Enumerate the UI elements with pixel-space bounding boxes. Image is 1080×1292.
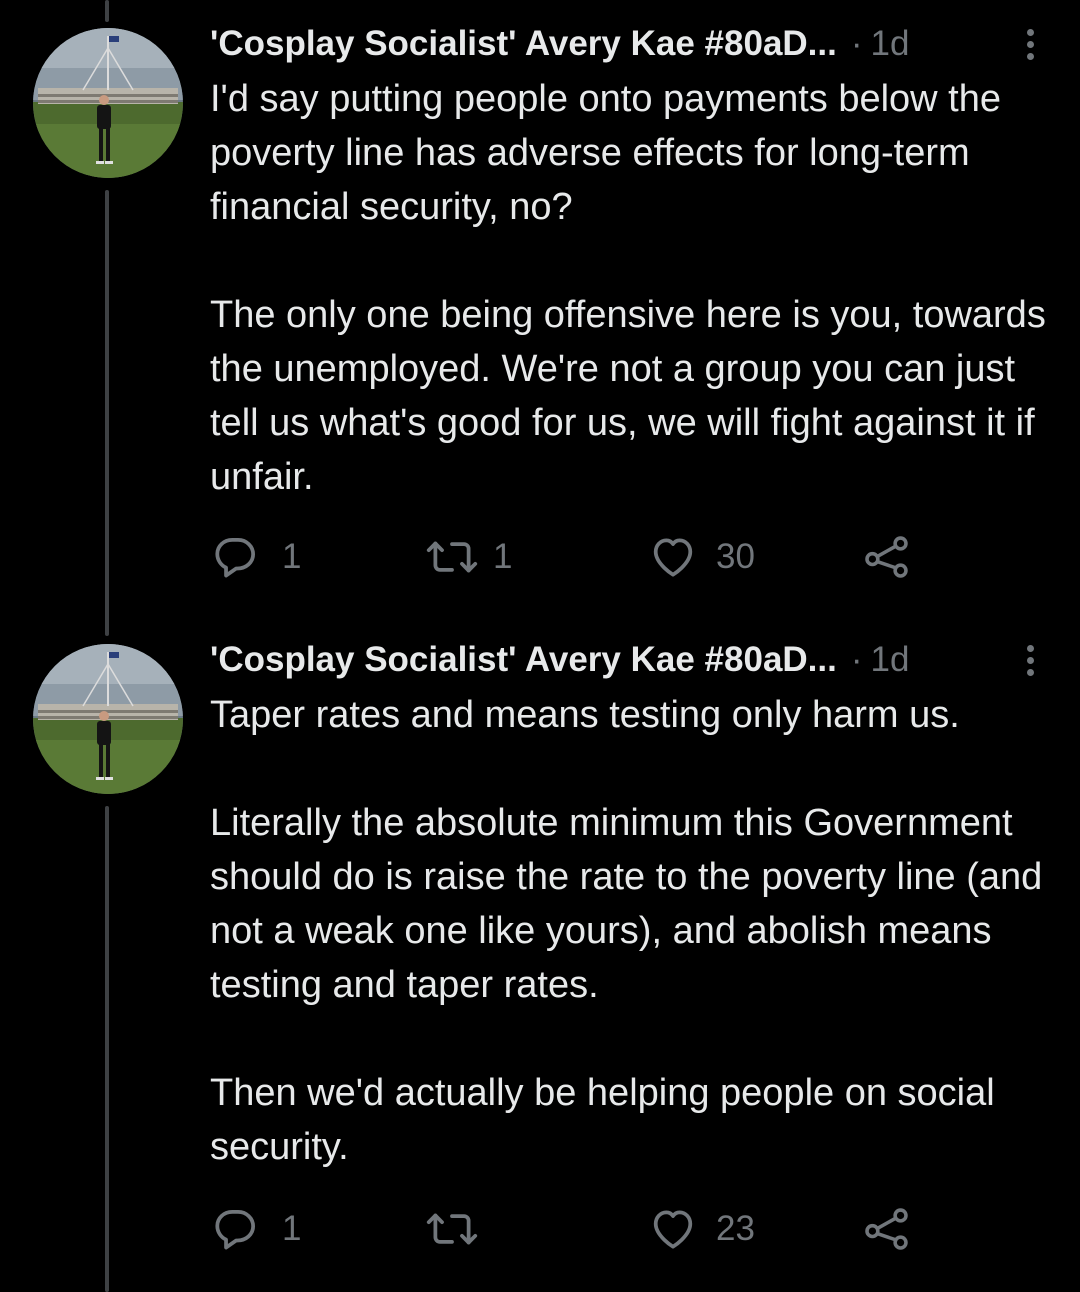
reply-count: 1 bbox=[282, 1209, 302, 1248]
reply-icon bbox=[215, 538, 255, 578]
like-button[interactable]: 30 bbox=[648, 532, 755, 582]
tweet[interactable]: 'Cosplay Socialist' Avery Kae #80aD... ·… bbox=[0, 0, 1080, 620]
avatar[interactable] bbox=[33, 644, 183, 794]
retweet-icon bbox=[426, 541, 478, 573]
tweet[interactable]: 'Cosplay Socialist' Avery Kae #80aD... ·… bbox=[0, 620, 1080, 1292]
like-count: 23 bbox=[716, 1209, 755, 1248]
tweet-paragraph: Then we'd actually be helping people on … bbox=[210, 1072, 995, 1168]
avatar[interactable] bbox=[33, 28, 183, 178]
tweet-paragraph: The only one being offensive here is you… bbox=[210, 294, 1046, 498]
share-button[interactable] bbox=[862, 1204, 912, 1254]
author-name[interactable]: 'Cosplay Socialist' Avery Kae #80aD... bbox=[210, 24, 837, 64]
heart-icon bbox=[653, 538, 693, 577]
tweet-actions: 1 1 30 bbox=[210, 532, 930, 582]
reply-count: 1 bbox=[282, 537, 302, 576]
like-count: 30 bbox=[716, 537, 755, 576]
tweet-text: I'd say putting people onto payments bel… bbox=[210, 72, 1050, 504]
separator-dot: · bbox=[850, 24, 863, 63]
retweet-button[interactable] bbox=[425, 1204, 493, 1254]
tweet-paragraph: Taper rates and means testing only harm … bbox=[210, 694, 960, 736]
separator-dot: · bbox=[850, 640, 863, 679]
author-name[interactable]: 'Cosplay Socialist' Avery Kae #80aD... bbox=[210, 640, 837, 680]
tweet-text: Taper rates and means testing only harm … bbox=[210, 688, 1050, 1174]
timestamp[interactable]: 1d bbox=[871, 24, 910, 64]
more-vertical-icon[interactable] bbox=[1015, 638, 1045, 682]
reply-button[interactable]: 1 bbox=[210, 532, 301, 582]
share-icon bbox=[865, 1208, 908, 1250]
tweet-paragraph: I'd say putting people onto payments bel… bbox=[210, 78, 1002, 228]
share-button[interactable] bbox=[862, 532, 912, 582]
retweet-count: 1 bbox=[493, 537, 513, 576]
avatar-photo bbox=[33, 28, 183, 178]
retweet-icon bbox=[426, 1213, 478, 1245]
heart-icon bbox=[653, 1210, 693, 1249]
more-vertical-icon[interactable] bbox=[1015, 22, 1045, 66]
tweet-paragraph: Literally the absolute minimum this Gove… bbox=[210, 802, 1043, 1006]
timestamp[interactable]: 1d bbox=[871, 640, 910, 680]
tweet-header: 'Cosplay Socialist' Avery Kae #80aD... ·… bbox=[210, 638, 1050, 682]
share-icon bbox=[865, 536, 908, 578]
avatar-photo bbox=[33, 644, 183, 794]
like-button[interactable]: 23 bbox=[648, 1204, 755, 1254]
reply-button[interactable]: 1 bbox=[210, 1204, 301, 1254]
retweet-button[interactable]: 1 bbox=[425, 532, 512, 582]
tweet-actions: 1 23 bbox=[210, 1204, 930, 1254]
tweet-header: 'Cosplay Socialist' Avery Kae #80aD... ·… bbox=[210, 22, 1050, 66]
reply-icon bbox=[215, 1210, 255, 1250]
